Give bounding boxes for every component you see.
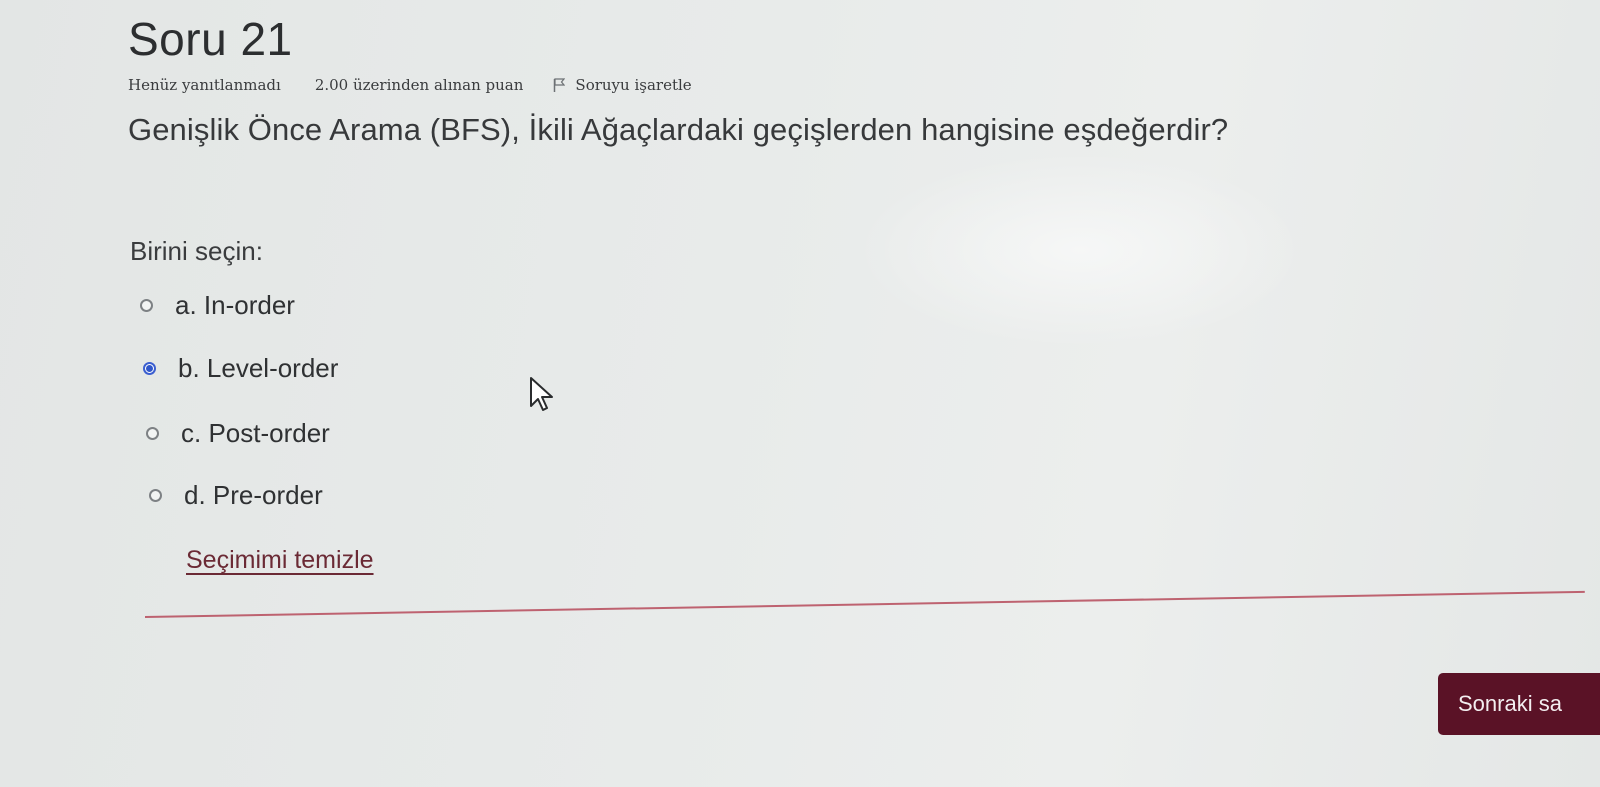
answer-radio-d[interactable] (149, 489, 162, 502)
answer-label-a: a. In-order (175, 290, 295, 320)
answer-prompt: Birini seçin: (130, 236, 263, 266)
flag-question-label: Soruyu işaretle (575, 76, 692, 94)
answer-option-d[interactable]: d. Pre-order (149, 480, 323, 511)
mouse-pointer-icon (528, 376, 558, 414)
question-grade: 2.00 üzerinden alınan puan (314, 76, 524, 94)
next-page-button[interactable]: Sonraki sa (1438, 673, 1600, 735)
clear-selection-link[interactable]: Seçimimi temizle (186, 546, 374, 575)
question-text: Genişlik Önce Arama (BFS), İkili Ağaçlar… (128, 112, 1229, 147)
section-divider (144, 590, 1585, 618)
answer-option-b[interactable]: b. Level-order (143, 353, 338, 384)
answer-radio-b[interactable] (143, 362, 156, 375)
flag-question-button[interactable]: Soruyu işaretle (553, 76, 692, 94)
answer-option-a[interactable]: a. In-order (140, 290, 295, 321)
question-title: Soru 21 (128, 13, 293, 65)
answer-label-d: d. Pre-order (184, 480, 323, 510)
answer-radio-a[interactable] (140, 299, 153, 312)
answer-option-c[interactable]: c. Post-order (146, 418, 330, 449)
answer-radio-c[interactable] (146, 427, 159, 440)
quiz-page: Soru 21 Henüz yanıtlanmadı 2.00 üzerinde… (0, 0, 1600, 787)
question-info: Henüz yanıtlanmadı 2.00 üzerinden alınan… (128, 76, 692, 94)
flag-icon (553, 78, 566, 92)
question-state: Henüz yanıtlanmadı (128, 76, 281, 94)
answer-label-b: b. Level-order (178, 353, 339, 383)
answer-label-c: c. Post-order (181, 418, 330, 448)
